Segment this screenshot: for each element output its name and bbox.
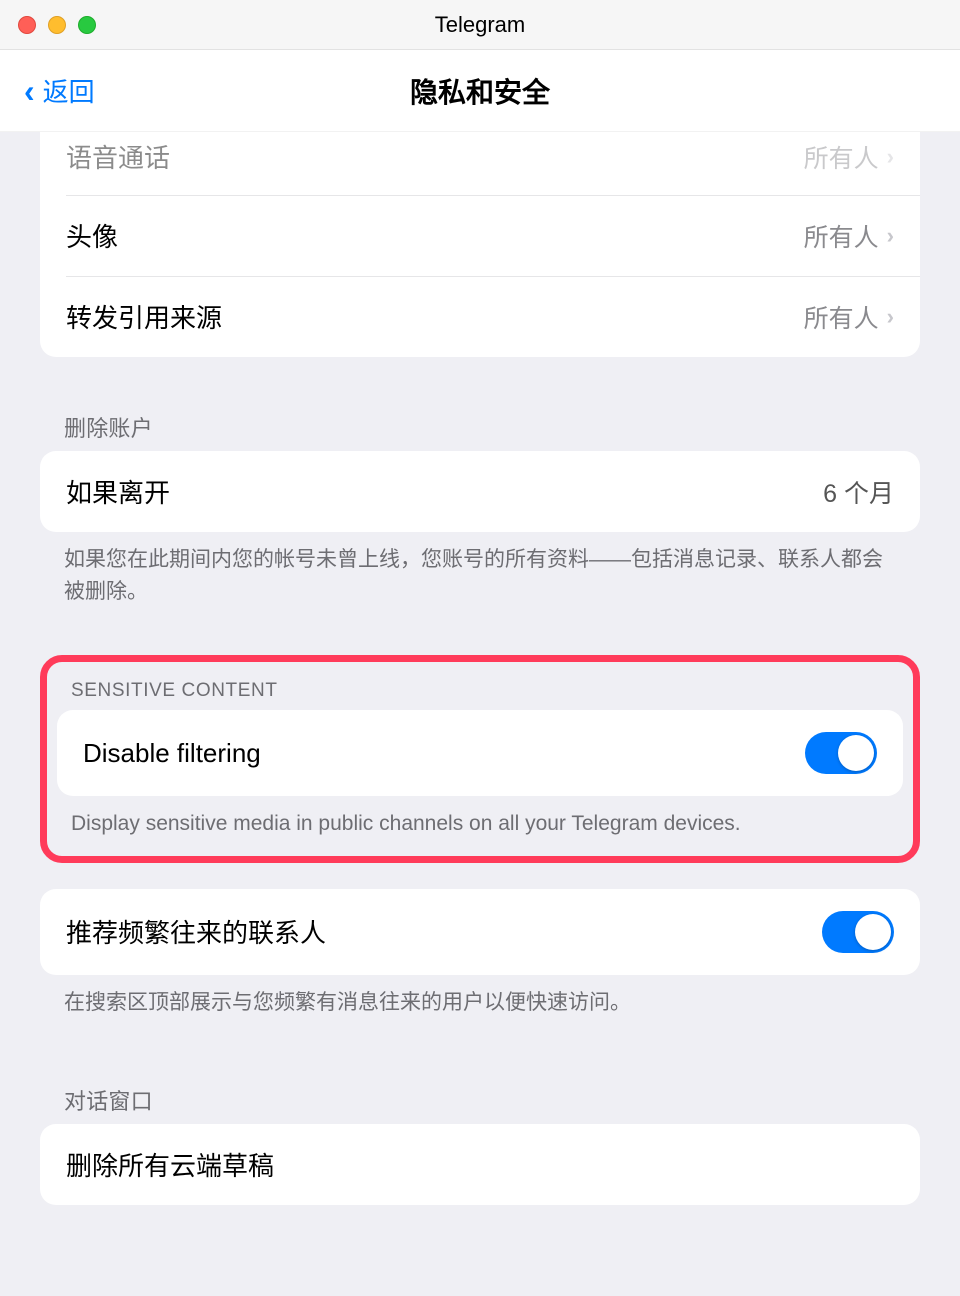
navbar: ‹ 返回 隐私和安全 — [0, 50, 960, 132]
section-footer: 在搜索区顶部展示与您频繁有消息往来的用户以便快速访问。 — [40, 975, 920, 1041]
row-forwarded-messages[interactable]: 转发引用来源 所有人 › — [40, 276, 920, 357]
traffic-lights — [18, 16, 96, 34]
section-footer: Display sensitive media in public channe… — [57, 796, 903, 848]
delete-account-section: 删除账户 如果离开 6 个月 如果您在此期间内您的帐号未曾上线，您账号的所有资料… — [40, 393, 920, 629]
section-header: 对话窗口 — [40, 1066, 920, 1124]
row-delete-cloud-drafts[interactable]: 删除所有云端草稿 — [40, 1124, 920, 1205]
row-value: 所有人 › — [804, 218, 894, 254]
window-minimize-button[interactable] — [48, 16, 66, 34]
page-title: 隐私和安全 — [410, 71, 550, 111]
toggle-knob — [838, 735, 874, 771]
chevron-right-icon: › — [887, 304, 894, 330]
row-label: 头像 — [66, 217, 118, 254]
row-label: Disable filtering — [83, 738, 261, 769]
chevron-right-icon: › — [887, 144, 894, 170]
row-value: 所有人 › — [804, 299, 894, 335]
app-title: Telegram — [435, 12, 525, 38]
row-label: 转发引用来源 — [66, 298, 222, 335]
row-suggest-frequent-contacts[interactable]: 推荐频繁往来的联系人 — [40, 889, 920, 975]
toggle-knob — [855, 914, 891, 950]
row-value: 6 个月 — [823, 474, 894, 510]
row-voice-calls[interactable]: 语音通话 所有人 › — [40, 132, 920, 195]
back-label: 返回 — [43, 72, 95, 109]
row-label: 语音通话 — [66, 138, 170, 175]
back-button[interactable]: ‹ 返回 — [24, 72, 95, 109]
row-label: 如果离开 — [66, 473, 170, 510]
section-header: SENSITIVE CONTENT — [57, 672, 903, 710]
row-label: 推荐频繁往来的联系人 — [66, 913, 326, 950]
sensitive-content-highlight: SENSITIVE CONTENT Disable filtering Disp… — [40, 655, 920, 863]
chat-window-section: 对话窗口 删除所有云端草稿 — [40, 1066, 920, 1205]
suggest-contacts-section: 推荐频繁往来的联系人 在搜索区顶部展示与您频繁有消息往来的用户以便快速访问。 — [40, 889, 920, 1041]
chevron-right-icon: › — [887, 223, 894, 249]
chevron-left-icon: ‹ — [24, 75, 35, 107]
suggest-contacts-toggle[interactable] — [822, 911, 894, 953]
row-profile-photo[interactable]: 头像 所有人 › — [40, 195, 920, 276]
window-maximize-button[interactable] — [78, 16, 96, 34]
section-footer: 如果您在此期间内您的帐号未曾上线，您账号的所有资料——包括消息记录、联系人都会被… — [40, 532, 920, 629]
privacy-section: 语音通话 所有人 › 头像 所有人 › 转发引用来源 所有人 › — [40, 132, 920, 357]
row-label: 删除所有云端草稿 — [66, 1146, 274, 1183]
row-disable-filtering[interactable]: Disable filtering — [57, 710, 903, 796]
content-area: 语音通话 所有人 › 头像 所有人 › 转发引用来源 所有人 › — [0, 132, 960, 1296]
row-if-away-for[interactable]: 如果离开 6 个月 — [40, 451, 920, 532]
section-header: 删除账户 — [40, 393, 920, 451]
row-value: 所有人 › — [804, 139, 894, 175]
disable-filtering-toggle[interactable] — [805, 732, 877, 774]
titlebar: Telegram — [0, 0, 960, 50]
window-close-button[interactable] — [18, 16, 36, 34]
